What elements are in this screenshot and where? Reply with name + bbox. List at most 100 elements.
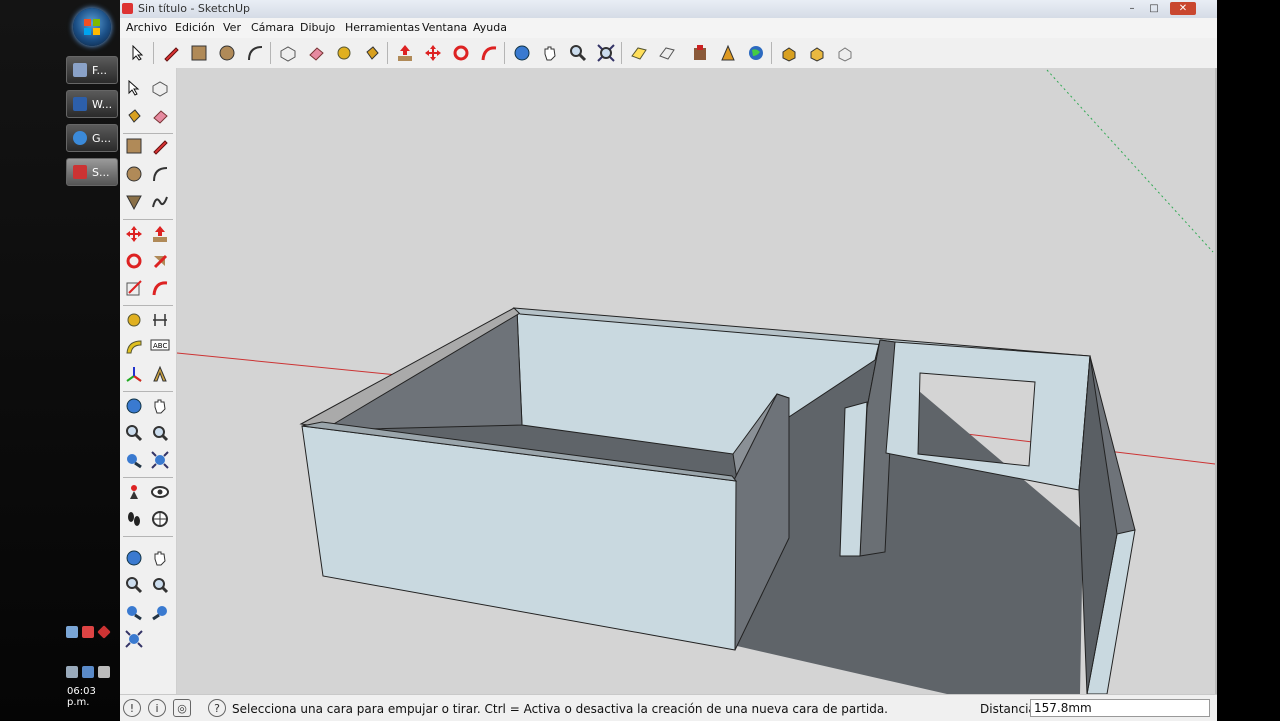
menu-ayuda[interactable]: Ayuda — [473, 21, 507, 34]
zoom-extents-icon[interactable] — [148, 448, 172, 472]
credits-icon[interactable]: i — [148, 699, 166, 717]
add-location-icon[interactable] — [628, 42, 650, 64]
follow-me-icon[interactable] — [478, 42, 500, 64]
taskbar-item-word[interactable]: W... — [66, 90, 118, 118]
offset-icon[interactable] — [148, 276, 172, 300]
taskbar-item-ie[interactable]: G... — [66, 124, 118, 152]
push-pull-icon[interactable] — [148, 222, 172, 246]
push-pull-icon[interactable] — [394, 42, 416, 64]
3d-text-icon[interactable] — [148, 362, 172, 386]
clock[interactable]: 06:03 p.m. — [67, 686, 120, 708]
arc-icon[interactable] — [148, 162, 172, 186]
model-viewport[interactable] — [177, 68, 1215, 694]
paint-bucket-icon[interactable] — [122, 104, 146, 128]
sketchup-window: Sin título - SketchUp – □ ✕ Archivo Edic… — [120, 0, 1217, 721]
toggle-terrain-icon[interactable] — [656, 42, 678, 64]
help-icon[interactable]: ? — [208, 699, 226, 717]
status-bar: ! i ◎ ? Selecciona una cara para empujar… — [120, 694, 1217, 721]
photo-textures-icon[interactable] — [689, 42, 711, 64]
dynamic-component-icon[interactable] — [834, 42, 856, 64]
zoom-window-icon[interactable] — [148, 421, 172, 445]
rotate-icon[interactable] — [122, 249, 146, 273]
geolocation-icon[interactable]: ! — [123, 699, 141, 717]
select-icon[interactable] — [127, 42, 149, 64]
menu-archivo[interactable]: Archivo — [126, 21, 167, 34]
menu-ventana[interactable]: Ventana — [422, 21, 467, 34]
menu-dibujo[interactable]: Dibujo — [300, 21, 335, 34]
circle-icon[interactable] — [216, 42, 238, 64]
google-earth-icon[interactable] — [745, 42, 767, 64]
make-component-icon[interactable] — [277, 42, 299, 64]
circle-icon[interactable] — [122, 162, 146, 186]
axes-icon[interactable] — [122, 362, 146, 386]
zoom-window-icon[interactable] — [148, 573, 172, 597]
zoom-icon[interactable] — [122, 573, 146, 597]
pan-icon[interactable] — [148, 394, 172, 418]
menu-herramientas[interactable]: Herramientas — [345, 21, 420, 34]
title-bar[interactable]: Sin título - SketchUp – □ ✕ — [120, 0, 1217, 19]
orbit-icon[interactable] — [122, 394, 146, 418]
get-models-icon[interactable] — [717, 42, 739, 64]
start-button[interactable] — [73, 8, 111, 46]
paint-bucket-icon[interactable] — [361, 42, 383, 64]
menu-edicion[interactable]: Edición — [175, 21, 215, 34]
maximize-button[interactable]: □ — [1146, 2, 1162, 15]
pan-icon[interactable] — [148, 546, 172, 570]
toolbar-separator — [270, 42, 271, 64]
taskbar-item-sketchup[interactable]: S... — [66, 158, 118, 186]
previous-view-icon[interactable] — [122, 600, 146, 624]
section-plane-icon[interactable] — [148, 507, 172, 531]
pan-icon[interactable] — [539, 42, 561, 64]
taskbar-item-folder[interactable]: F... — [66, 56, 118, 84]
polygon-icon[interactable] — [122, 190, 146, 214]
look-around-icon[interactable] — [148, 480, 172, 504]
user-icon[interactable]: ◎ — [173, 699, 191, 717]
network-icon[interactable] — [66, 626, 78, 638]
rotate-icon[interactable] — [450, 42, 472, 64]
windows-sidebar: F... W... G... S... 06:03 p.m. — [0, 0, 120, 720]
orbit-icon[interactable] — [511, 42, 533, 64]
follow-me-icon[interactable] — [148, 249, 172, 273]
rectangle-icon[interactable] — [188, 42, 210, 64]
protractor-icon[interactable] — [122, 335, 146, 359]
dimension-icon[interactable] — [148, 308, 172, 332]
move-icon[interactable] — [422, 42, 444, 64]
measurements-input[interactable]: 157.8mm — [1030, 699, 1210, 717]
zoom-icon[interactable] — [122, 421, 146, 445]
position-camera-icon[interactable] — [122, 480, 146, 504]
minimize-button[interactable]: – — [1124, 2, 1140, 15]
zoom-extents-icon[interactable] — [122, 627, 146, 651]
share-component-icon[interactable] — [806, 42, 828, 64]
move-icon[interactable] — [122, 222, 146, 246]
orbit-icon[interactable] — [122, 546, 146, 570]
alert-icon[interactable] — [97, 625, 111, 639]
make-component-icon[interactable] — [148, 76, 172, 100]
security-icon[interactable] — [82, 626, 94, 638]
tape-measure-icon[interactable] — [122, 308, 146, 332]
menu-camara[interactable]: Cámara — [251, 21, 294, 34]
text-icon[interactable]: ABC — [148, 335, 172, 359]
eraser-icon[interactable] — [148, 104, 172, 128]
walk-icon[interactable] — [122, 507, 146, 531]
monitor-icon[interactable] — [66, 666, 78, 678]
zoom-extents-icon[interactable] — [595, 42, 617, 64]
next-view-icon[interactable] — [148, 600, 172, 624]
zoom-icon[interactable] — [567, 42, 589, 64]
share-model-icon[interactable] — [778, 42, 800, 64]
display-icon[interactable] — [82, 666, 94, 678]
select-icon[interactable] — [122, 76, 146, 100]
arc-icon[interactable] — [244, 42, 266, 64]
toolbar-separator — [621, 42, 622, 64]
close-button[interactable]: ✕ — [1170, 2, 1196, 15]
eraser-icon[interactable] — [305, 42, 327, 64]
volume-icon[interactable] — [98, 666, 110, 678]
previous-view-icon[interactable] — [122, 448, 146, 472]
pencil-icon[interactable] — [160, 42, 182, 64]
rectangle-icon[interactable] — [122, 134, 146, 158]
scale-icon[interactable] — [122, 276, 146, 300]
menu-ver[interactable]: Ver — [223, 21, 241, 34]
line-icon[interactable] — [148, 134, 172, 158]
tape-measure-icon[interactable] — [333, 42, 355, 64]
word-icon — [73, 97, 87, 111]
freehand-icon[interactable] — [148, 190, 172, 214]
